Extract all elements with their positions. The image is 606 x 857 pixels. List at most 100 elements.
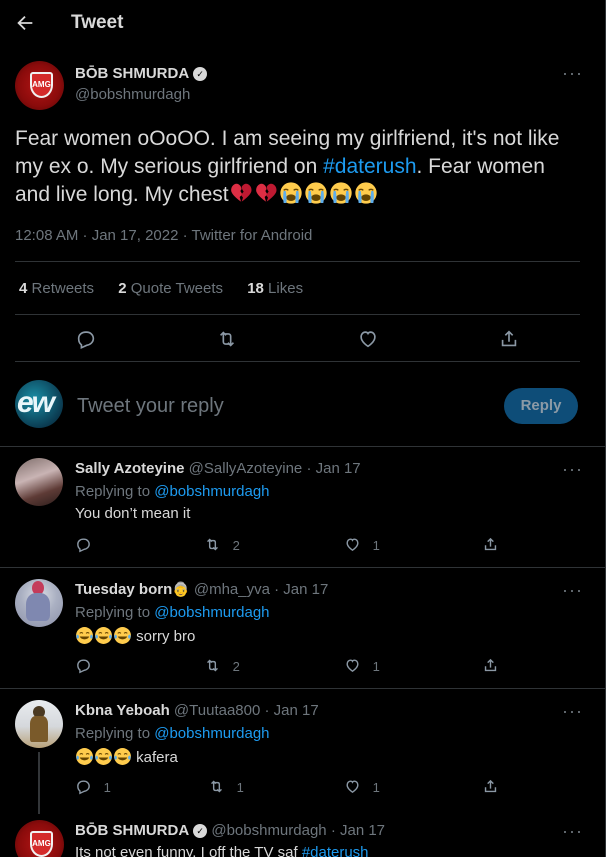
reply-input[interactable]: Tweet your reply: [77, 395, 224, 418]
back-arrow-icon[interactable]: [14, 12, 36, 34]
retweet-button[interactable]: 2: [204, 657, 240, 674]
reply-avatar[interactable]: [15, 458, 63, 506]
reply-text-body: Its not even funny. I off the TV saf: [75, 844, 302, 857]
tweet-page: Tweet AMG BŌB SHMURDA ✓ @bobshmurdagh ···…: [0, 0, 606, 857]
reply-avatar[interactable]: AMG: [15, 820, 64, 857]
author-handle[interactable]: @bobshmurdagh: [75, 86, 190, 103]
like-button[interactable]: 1: [344, 657, 380, 674]
reply-avatar[interactable]: [15, 700, 63, 748]
reply-author-row: Sally Azoteyine @SallyAzoteyine · Jan 17: [75, 460, 361, 477]
more-options-icon[interactable]: ···: [562, 460, 583, 478]
replying-label: Replying to: [75, 604, 151, 621]
more-options-icon[interactable]: ···: [562, 822, 583, 840]
like-button[interactable]: 1: [344, 536, 380, 553]
reply-date[interactable]: · Jan 17: [265, 702, 319, 719]
reply-author-name[interactable]: BŌB SHMURDA: [75, 822, 189, 839]
reply-author-handle[interactable]: @mha_yva: [194, 581, 270, 598]
reply-icon[interactable]: [75, 657, 92, 677]
author-name[interactable]: BŌB SHMURDA: [75, 65, 189, 82]
avatar-logo-text: ew: [17, 386, 55, 419]
share-icon[interactable]: [482, 536, 499, 556]
reply-date[interactable]: · Jan 17: [306, 460, 360, 477]
elder-emoji-icon: 👵: [172, 581, 190, 597]
like-count: 1: [372, 538, 380, 553]
retweet-icon[interactable]: [216, 328, 238, 355]
page-title: Tweet: [71, 12, 124, 33]
divider: [0, 688, 605, 689]
replying-to: Replying to @bobshmurdagh: [75, 604, 270, 621]
share-icon[interactable]: [498, 328, 520, 355]
like-button[interactable]: 1: [344, 778, 380, 795]
tweet-timestamp[interactable]: 12:08 AM · Jan 17, 2022 · Twitter for An…: [15, 227, 312, 244]
author-avatar[interactable]: AMG: [15, 61, 64, 110]
verified-icon: ✓: [193, 824, 208, 838]
more-options-icon[interactable]: ···: [562, 64, 583, 82]
reply-date[interactable]: · Jan 17: [331, 822, 385, 839]
reply-author-row: Kbna Yeboah @Tuutaa800 · Jan 17: [75, 702, 319, 719]
tweet-actions: [0, 326, 606, 352]
reply-author-handle[interactable]: @Tuutaa800: [174, 702, 260, 719]
avatar-logo-text: AMG: [32, 839, 51, 849]
reply-author-name[interactable]: Tuesday born: [75, 581, 172, 598]
replying-label: Replying to: [75, 725, 151, 742]
broken-heart-emoji-icon: [254, 181, 278, 205]
joy-emoji-icon: [94, 747, 113, 766]
reply-button[interactable]: 1: [75, 778, 111, 795]
retweets-stat[interactable]: 4 Retweets: [19, 280, 94, 297]
tweet-emojis: [229, 181, 379, 206]
reply-text: Its not even funny. I off the TV saf #da…: [75, 844, 369, 857]
more-options-icon[interactable]: ···: [562, 702, 583, 720]
mention-link[interactable]: @bobshmurdagh: [154, 604, 269, 621]
quote-tweets-stat[interactable]: 2 Quote Tweets: [118, 280, 223, 297]
mention-link[interactable]: @bobshmurdagh: [154, 483, 269, 500]
reply-button[interactable]: Reply: [504, 388, 578, 424]
retweet-count: 2: [232, 538, 240, 553]
quotes-label: Quote Tweets: [130, 280, 224, 297]
reply-icon[interactable]: [75, 536, 92, 556]
tweet-text: Fear women oOoOO. I am seeing my girlfri…: [15, 125, 585, 209]
reply-date[interactable]: · Jan 17: [274, 581, 328, 598]
reply-author-row: BŌB SHMURDA ✓ @bobshmurdagh · Jan 17: [75, 822, 385, 839]
joy-emoji-icon: [113, 626, 132, 645]
verified-icon: ✓: [193, 67, 208, 81]
reply-text-body: sorry bro: [136, 628, 196, 645]
likes-count: 18: [247, 280, 264, 297]
like-count: 1: [372, 659, 380, 674]
retweet-button[interactable]: 2: [204, 536, 240, 553]
reply-author-handle[interactable]: @SallyAzoteyine: [189, 460, 303, 477]
retweets-label: Retweets: [31, 280, 95, 297]
like-count: 1: [372, 780, 380, 795]
hashtag-link[interactable]: #daterush: [323, 155, 416, 178]
replying-to: Replying to @bobshmurdagh: [75, 483, 270, 500]
hashtag-link[interactable]: #daterush: [302, 844, 369, 857]
divider: [0, 446, 605, 447]
reply-author-name[interactable]: Sally Azoteyine: [75, 460, 184, 477]
reply-icon[interactable]: [75, 328, 97, 355]
joy-emoji-icon: [75, 747, 94, 766]
divider: [15, 314, 580, 315]
reply-emojis: [75, 626, 132, 645]
joy-emoji-icon: [94, 626, 113, 645]
thread-line: [38, 752, 40, 814]
likes-stat[interactable]: 18 Likes: [247, 280, 303, 297]
header: Tweet: [0, 0, 606, 46]
reply-avatar[interactable]: [15, 579, 63, 627]
joy-emoji-icon: [113, 747, 132, 766]
reply-text-body: kafera: [136, 749, 178, 766]
share-icon[interactable]: [482, 657, 499, 677]
reply-author-handle[interactable]: @bobshmurdagh: [211, 822, 326, 839]
author-name-row[interactable]: BŌB SHMURDA ✓: [75, 65, 208, 83]
mention-link[interactable]: @bobshmurdagh: [154, 725, 269, 742]
current-user-avatar[interactable]: ew: [15, 380, 63, 428]
like-icon[interactable]: [357, 328, 379, 355]
replying-label: Replying to: [75, 483, 151, 500]
share-icon[interactable]: [482, 778, 499, 798]
reply-author-name[interactable]: Kbna Yeboah: [75, 702, 170, 719]
more-options-icon[interactable]: ···: [562, 581, 583, 599]
joy-emoji-icon: [75, 626, 94, 645]
tweet-stats: 4 Retweets 2 Quote Tweets 18 Likes: [19, 280, 323, 297]
reply-emojis: [75, 747, 132, 766]
loudly-crying-emoji-icon: [279, 181, 303, 205]
retweet-button[interactable]: 1: [208, 778, 244, 795]
retweets-count: 4: [19, 280, 28, 297]
